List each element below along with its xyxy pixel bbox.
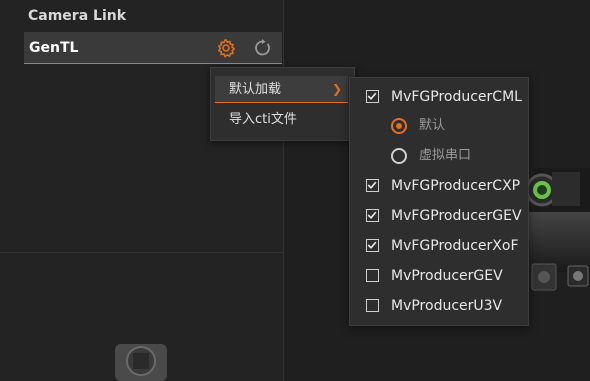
producer-xof-checkbox[interactable] bbox=[366, 239, 379, 252]
device-list-panel: Camera Link GenTL bbox=[0, 0, 283, 381]
radio-default-label: 默认 bbox=[419, 118, 446, 133]
mv-producer-gev-option[interactable]: MvProducerGEV bbox=[366, 266, 526, 286]
chevron-right-icon: ❯ bbox=[331, 82, 342, 96]
producer-gev-checkbox[interactable] bbox=[366, 209, 379, 222]
context-menu: 默认加载 ❯ 导入cti文件 bbox=[210, 67, 355, 141]
menu-item-import-cti[interactable]: 导入cti文件 bbox=[215, 106, 348, 133]
mv-producer-gev-label: MvProducerGEV bbox=[391, 268, 503, 284]
producer-cml-label: MvFGProducerCML bbox=[391, 89, 522, 105]
producer-xof-option[interactable]: MvFGProducerXoF bbox=[366, 236, 526, 256]
refresh-icon[interactable] bbox=[253, 38, 273, 58]
menu-item-import-cti-label: 导入cti文件 bbox=[229, 112, 297, 127]
mv-producer-u3v-checkbox[interactable] bbox=[366, 299, 379, 312]
radio-virtual-serial-option[interactable]: 虚拟串口 bbox=[391, 146, 511, 166]
menu-item-default-load-label: 默认加载 bbox=[229, 82, 282, 97]
gear-icon[interactable] bbox=[216, 38, 236, 58]
menu-item-default-load[interactable]: 默认加载 ❯ bbox=[215, 76, 348, 103]
producer-xof-label: MvFGProducerXoF bbox=[391, 238, 519, 254]
producer-gev-option[interactable]: MvFGProducerGEV bbox=[366, 206, 526, 226]
section-title-camera-link[interactable]: Camera Link bbox=[28, 8, 126, 24]
gentl-label: GenTL bbox=[29, 40, 79, 56]
producer-cxp-label: MvFGProducerCXP bbox=[391, 178, 521, 194]
mv-producer-u3v-option[interactable]: MvProducerU3V bbox=[366, 296, 526, 316]
radio-virtual-serial-label: 虚拟串口 bbox=[419, 148, 472, 163]
panel-divider bbox=[0, 252, 283, 253]
producer-cml-option[interactable]: MvFGProducerCML bbox=[366, 87, 526, 107]
radio-virtual-serial-button[interactable] bbox=[391, 148, 407, 164]
producer-cml-checkbox[interactable] bbox=[366, 90, 379, 103]
producer-gev-label: MvFGProducerGEV bbox=[391, 208, 522, 224]
radio-default-button[interactable] bbox=[391, 118, 407, 134]
producer-cxp-checkbox[interactable] bbox=[366, 179, 379, 192]
mv-producer-gev-checkbox[interactable] bbox=[366, 269, 379, 282]
mv-producer-u3v-label: MvProducerU3V bbox=[391, 298, 503, 314]
radio-default-option[interactable]: 默认 bbox=[391, 116, 511, 136]
producer-cxp-option[interactable]: MvFGProducerCXP bbox=[366, 176, 526, 196]
gentl-row[interactable]: GenTL bbox=[24, 32, 282, 64]
default-load-submenu: MvFGProducerCML 默认 虚拟串口 MvFGProducerCXP … bbox=[349, 77, 529, 326]
camera-thumbnail-icon bbox=[115, 344, 167, 381]
